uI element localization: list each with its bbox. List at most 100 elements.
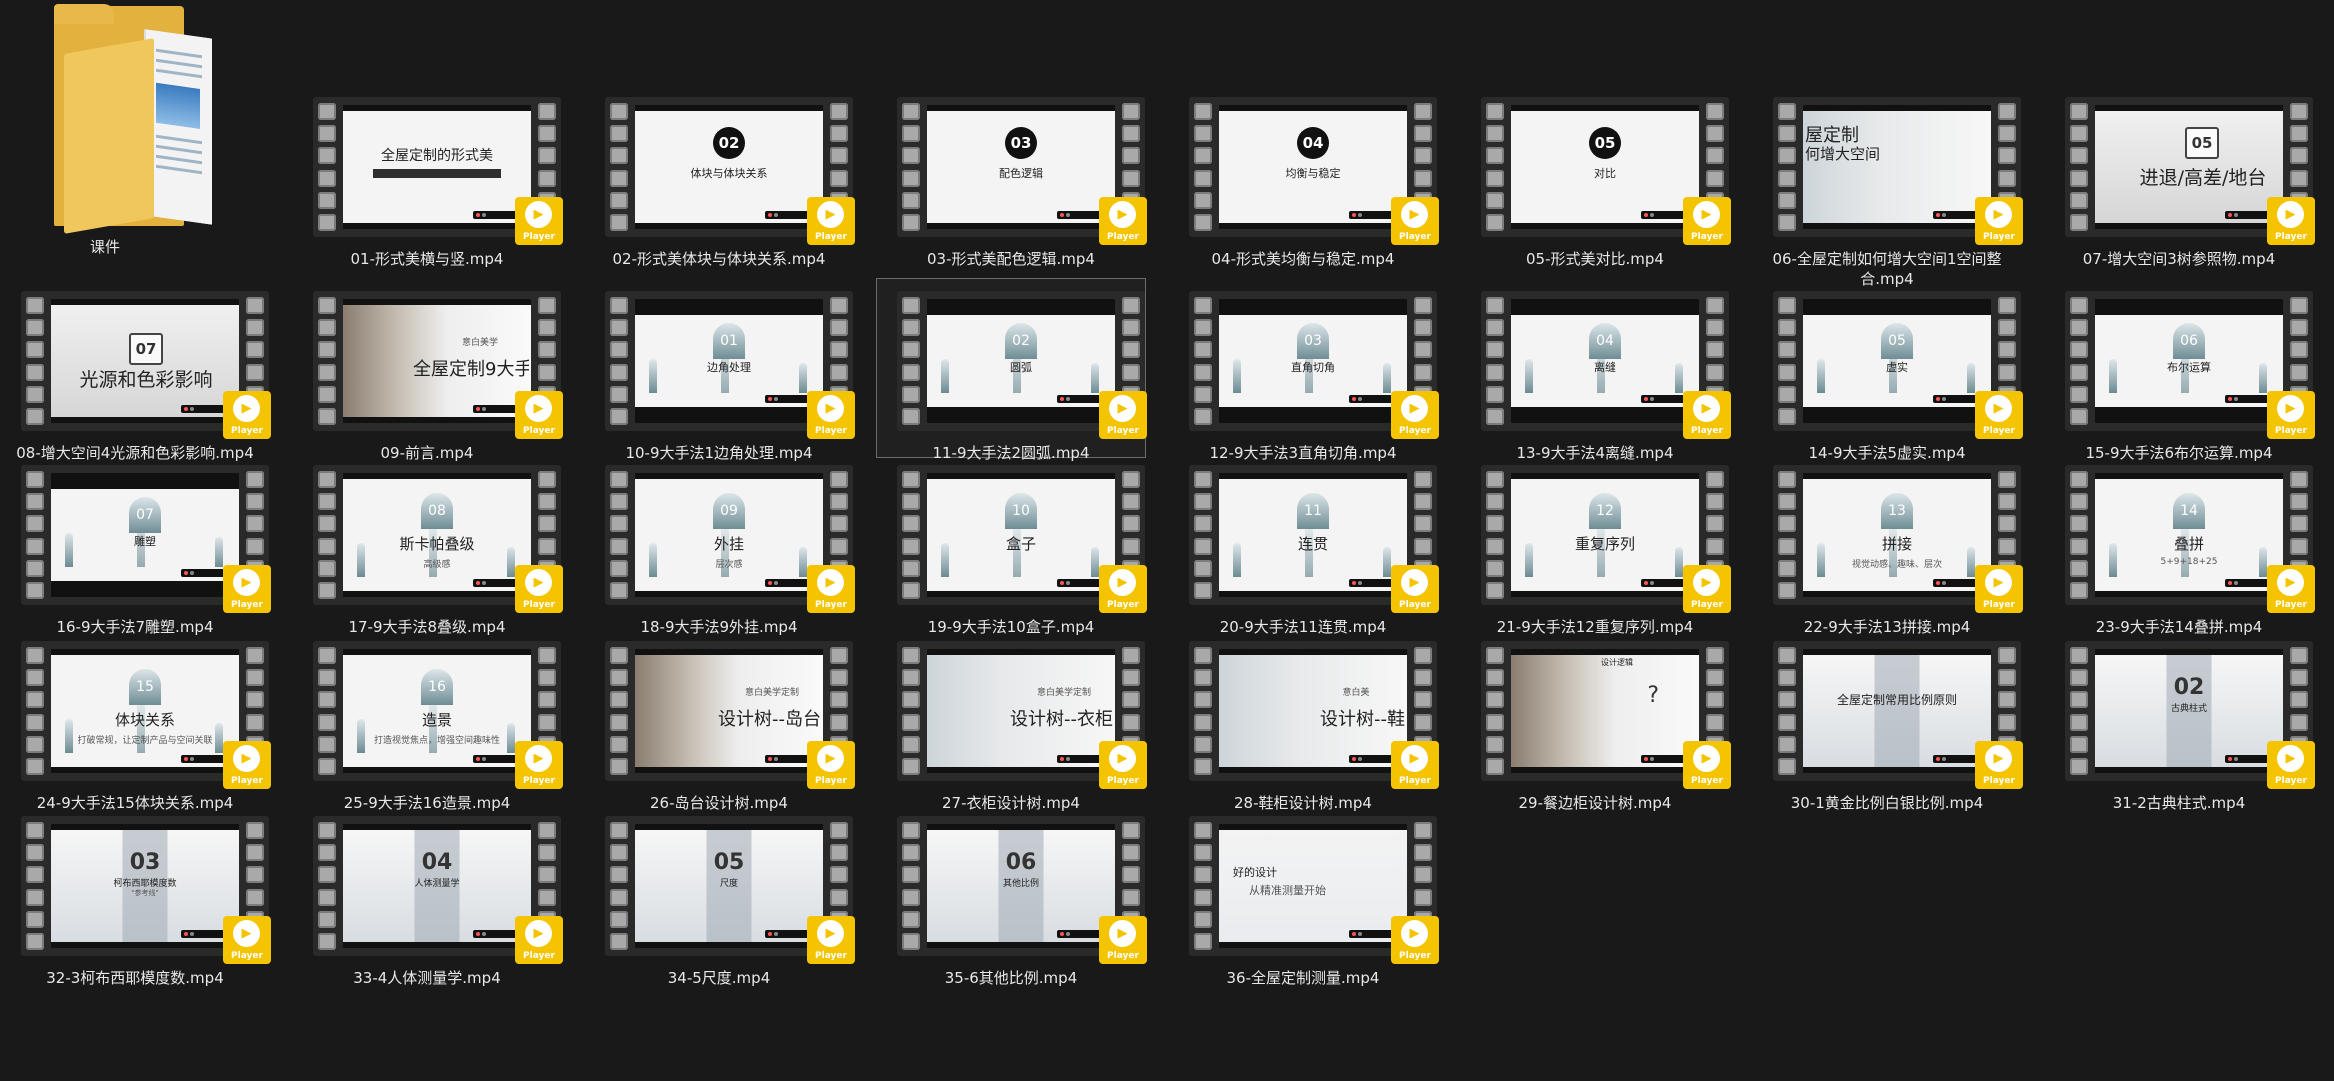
playback-controls bbox=[1349, 930, 1397, 938]
playback-controls bbox=[473, 579, 521, 587]
video-thumbnail: 04 均衡与稳定 ▶ Player bbox=[1189, 97, 1439, 245]
video-thumbnail: 13 拼接 视觉动感、趣味、层次 ▶ Player bbox=[1773, 465, 2023, 613]
playback-controls bbox=[473, 211, 521, 219]
video-file-item[interactable]: 05 进退/高差/地台 ▶ Player 07-增大空间3树参照物.mp4 bbox=[2044, 84, 2315, 284]
video-file-item[interactable]: 03 配色逻辑 ▶ Player 03-形式美配色逻辑.mp4 bbox=[876, 84, 1147, 284]
play-icon: ▶ bbox=[817, 569, 844, 596]
thumb-title: 造景 bbox=[421, 711, 452, 729]
video-file-item[interactable]: 屋定制 何增大空间 ▶ Player 06-全屋定制如何增大空间1空间整合.mp4 bbox=[1752, 84, 2023, 288]
video-file-item[interactable]: 05 尺度 ▶ Player 34-5尺度.mp4 bbox=[584, 803, 855, 987]
thumbnail-frame: 15 体块关系 打破常规，让定制产品与空间关联 bbox=[51, 649, 239, 773]
player-badge: ▶ Player bbox=[1099, 565, 1147, 613]
player-label: Player bbox=[1983, 776, 2015, 786]
video-file-item[interactable]: 05 虚实 ▶ Player 14-9大手法5虚实.mp4 bbox=[1752, 278, 2023, 462]
video-file-item[interactable]: 05 对比 ▶ Player 05-形式美对比.mp4 bbox=[1460, 84, 1731, 284]
video-file-item[interactable]: 14 叠拼 5+9+18+25 ▶ Player 23-9大手法14叠拼.mp4 bbox=[2044, 452, 2315, 636]
playback-controls bbox=[1349, 579, 1397, 587]
player-label: Player bbox=[1399, 426, 1431, 436]
player-label: Player bbox=[1107, 426, 1139, 436]
playback-controls bbox=[473, 405, 521, 413]
video-file-item[interactable]: 02 体块与体块关系 ▶ Player 02-形式美体块与体块关系.mp4 bbox=[584, 84, 855, 284]
video-file-item[interactable]: 07 雕塑 ▶ Player 16-9大手法7雕塑.mp4 bbox=[0, 452, 271, 636]
thumb-number: 08 bbox=[421, 493, 453, 529]
video-thumbnail: 01 边角处理 ▶ Player bbox=[605, 291, 855, 439]
thumbnail-frame: 07 雕塑 bbox=[51, 473, 239, 597]
video-thumbnail: 04 人体测量学 ▶ Player bbox=[313, 816, 563, 964]
video-file-item[interactable]: 04 人体测量学 ▶ Player 33-4人体测量学.mp4 bbox=[292, 803, 563, 987]
video-file-item[interactable]: 01 边角处理 ▶ Player 10-9大手法1边角处理.mp4 bbox=[584, 278, 855, 462]
playback-controls bbox=[1641, 395, 1689, 403]
file-name: 01-形式美横与竖.mp4 bbox=[350, 250, 504, 268]
thumb-subtitle: 从精准测量开始 bbox=[1249, 884, 1326, 897]
video-file-item[interactable]: 06 布尔运算 ▶ Player 15-9大手法6布尔运算.mp4 bbox=[2044, 278, 2315, 462]
video-file-item[interactable]: 全屋定制常用比例原则 ▶ Player 30-1黄金比例白银比例.mp4 bbox=[1752, 628, 2023, 812]
video-thumbnail: 全屋定制9大手 意白美学 ▶ Player bbox=[313, 291, 563, 439]
video-thumbnail: 10 盒子 ▶ Player bbox=[897, 465, 1147, 613]
video-file-item[interactable]: 15 体块关系 打破常规，让定制产品与空间关联 ▶ Player 24-9大手法15体块关… bbox=[0, 628, 271, 812]
video-thumbnail: 12 重复序列 ▶ Player bbox=[1481, 465, 1731, 613]
video-file-item[interactable]: 全屋定制的形式美 ▶ Player 01-形式美横与竖.mp4 bbox=[292, 84, 563, 284]
video-file-item[interactable]: 03 柯布西耶模度数 "参考线" ▶ Player 32-3柯布西耶模度数.mp4 bbox=[0, 803, 271, 987]
thumb-title: 布尔运算 bbox=[2167, 361, 2211, 374]
video-file-item[interactable]: 02 古典柱式 ▶ Player 31-2古典柱式.mp4 bbox=[2044, 628, 2315, 812]
playback-controls bbox=[1933, 211, 1981, 219]
video-thumbnail: 02 体块与体块关系 ▶ Player bbox=[605, 97, 855, 245]
thumbnail-frame: 09 外挂 层次感 bbox=[635, 473, 823, 597]
thumbnail-frame: 02 体块与体块关系 bbox=[635, 105, 823, 229]
player-badge: ▶ Player bbox=[1683, 197, 1731, 245]
player-badge: ▶ Player bbox=[515, 916, 563, 964]
video-file-item[interactable]: 06 其他比例 ▶ Player 35-6其他比例.mp4 bbox=[876, 803, 1147, 987]
playback-controls bbox=[181, 930, 229, 938]
player-badge: ▶ Player bbox=[1391, 916, 1439, 964]
video-file-item[interactable]: 03 直角切角 ▶ Player 12-9大手法3直角切角.mp4 bbox=[1168, 278, 1439, 462]
play-icon: ▶ bbox=[1401, 745, 1428, 772]
video-thumbnail: 设计树--鞋 意白美 ▶ Player bbox=[1189, 641, 1439, 789]
video-thumbnail: 设计树--衣柜 意白美学定制 ▶ Player bbox=[897, 641, 1147, 789]
video-file-item[interactable]: 09 外挂 层次感 ▶ Player 18-9大手法9外挂.mp4 bbox=[584, 452, 855, 636]
file-name: 35-6其他比例.mp4 bbox=[944, 969, 1078, 987]
video-file-item[interactable]: 好的设计 从精准测量开始 ▶ Player 36-全屋定制测量.mp4 bbox=[1168, 803, 1439, 987]
video-file-item[interactable]: 16 造景 打造视觉焦点，增强空间趣味性 ▶ Player 25-9大手法16造景.mp4 bbox=[292, 628, 563, 812]
video-file-item[interactable]: 11 连贯 ▶ Player 20-9大手法11连贯.mp4 bbox=[1168, 452, 1439, 636]
playback-controls bbox=[2225, 579, 2273, 587]
player-label: Player bbox=[523, 426, 555, 436]
video-file-item[interactable]: 04 均衡与稳定 ▶ Player 04-形式美均衡与稳定.mp4 bbox=[1168, 84, 1439, 284]
thumb-title: 盒子 bbox=[1005, 535, 1036, 553]
video-file-item[interactable]: 07 光源和色彩影响 ▶ Player 08-增大空间4光源和色彩影响.mp4 bbox=[0, 278, 271, 462]
play-icon: ▶ bbox=[1401, 395, 1428, 422]
playback-controls bbox=[765, 211, 813, 219]
folder-item-courseware[interactable]: 课件 bbox=[0, 0, 212, 260]
video-file-item[interactable]: 设计树--衣柜 意白美学定制 ▶ Player 27-衣柜设计树.mp4 bbox=[876, 628, 1147, 812]
video-thumbnail: 05 进退/高差/地台 ▶ Player bbox=[2065, 97, 2315, 245]
video-file-item[interactable]: 12 重复序列 ▶ Player 21-9大手法12重复序列.mp4 bbox=[1460, 452, 1731, 636]
player-label: Player bbox=[1983, 232, 2015, 242]
player-badge: ▶ Player bbox=[1099, 197, 1147, 245]
player-badge: ▶ Player bbox=[1391, 741, 1439, 789]
thumb-number: 14 bbox=[2173, 493, 2205, 529]
thumb-number: 06 bbox=[1005, 850, 1037, 875]
player-badge: ▶ Player bbox=[2267, 565, 2315, 613]
video-file-item[interactable]: 设计树--岛台 意白美学定制 ▶ Player 26-岛台设计树.mp4 bbox=[584, 628, 855, 812]
video-file-item[interactable]: 全屋定制9大手 意白美学 ▶ Player 09-前言.mp4 bbox=[292, 278, 563, 462]
video-file-item[interactable]: 08 斯卡帕叠级 高级感 ▶ Player 17-9大手法8叠级.mp4 bbox=[292, 452, 563, 636]
play-icon: ▶ bbox=[1985, 201, 2012, 228]
thumbnail-frame: 11 连贯 bbox=[1219, 473, 1407, 597]
thumb-number: 11 bbox=[1297, 493, 1329, 529]
playback-controls bbox=[1057, 395, 1105, 403]
video-file-item[interactable]: 10 盒子 ▶ Player 19-9大手法10盒子.mp4 bbox=[876, 452, 1147, 636]
video-file-item[interactable]: 设计树--鞋 意白美 ▶ Player 28-鞋柜设计树.mp4 bbox=[1168, 628, 1439, 812]
play-icon: ▶ bbox=[1985, 745, 2012, 772]
playback-controls bbox=[181, 569, 229, 577]
video-file-item[interactable]: 02 圆弧 ▶ Player 11-9大手法2圆弧.mp4 bbox=[876, 278, 1147, 462]
video-thumbnail: 06 布尔运算 ▶ Player bbox=[2065, 291, 2315, 439]
thumbnail-frame: 设计树--衣柜 意白美学定制 bbox=[927, 649, 1115, 773]
video-file-item[interactable]: 04 离缝 ▶ Player 13-9大手法4离缝.mp4 bbox=[1460, 278, 1731, 462]
player-label: Player bbox=[1691, 426, 1723, 436]
player-label: Player bbox=[1399, 776, 1431, 786]
thumb-subtitle: 意白美学定制 bbox=[744, 688, 799, 698]
video-file-item[interactable]: 13 拼接 视觉动感、趣味、层次 ▶ Player 22-9大手法13拼接.mp4 bbox=[1752, 452, 2023, 636]
thumbnail-frame: 14 叠拼 5+9+18+25 bbox=[2095, 473, 2283, 597]
thumb-subtitle: 视觉动感、趣味、层次 bbox=[1851, 560, 1942, 570]
player-badge: ▶ Player bbox=[2267, 741, 2315, 789]
video-file-item[interactable]: 设计逻辑? ▶ Player 29-餐边柜设计树.mp4 bbox=[1460, 628, 1731, 812]
